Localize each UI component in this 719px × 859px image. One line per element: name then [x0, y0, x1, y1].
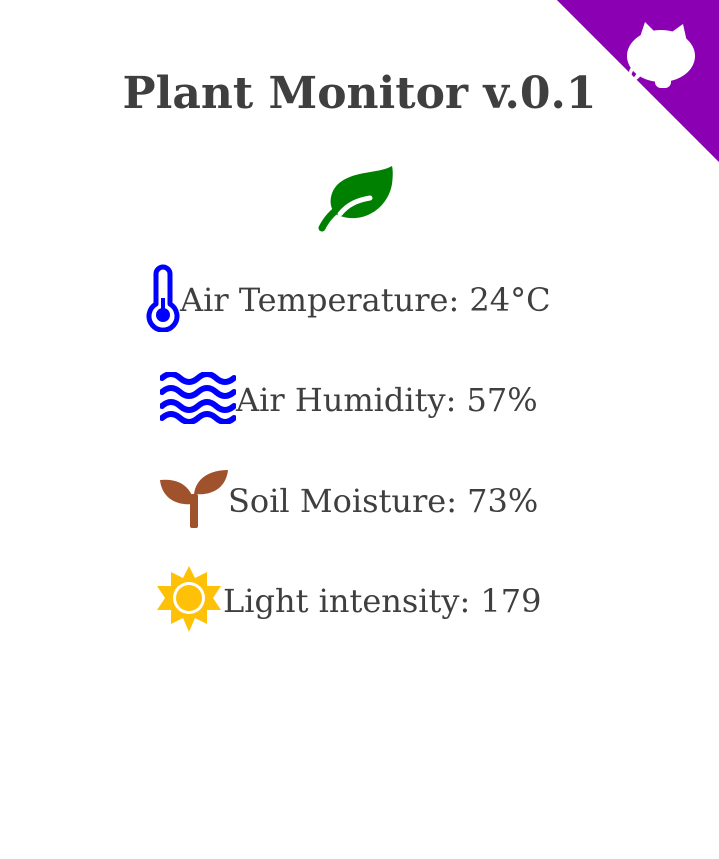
- soil-moisture-label: Soil Moisture: 73%: [228, 482, 539, 520]
- air-humidity-reading: Air Humidity: 57%: [159, 371, 538, 428]
- seedling-icon: [158, 468, 228, 534]
- light-intensity-reading: Light intensity: 179: [155, 564, 541, 638]
- light-intensity-label: Light intensity: 179: [223, 582, 542, 620]
- water-waves-icon: [159, 371, 237, 428]
- thermometer-icon: [146, 264, 180, 336]
- sun-icon: [155, 564, 223, 638]
- soil-moisture-reading: Soil Moisture: 73%: [158, 468, 538, 534]
- air-humidity-label: Air Humidity: 57%: [236, 381, 538, 419]
- leaf-icon: [318, 164, 394, 232]
- air-temperature-reading: Air Temperature: 24°C: [146, 264, 551, 336]
- page-title: Plant Monitor v.0.1: [122, 68, 597, 119]
- air-temperature-label: Air Temperature: 24°C: [180, 281, 551, 319]
